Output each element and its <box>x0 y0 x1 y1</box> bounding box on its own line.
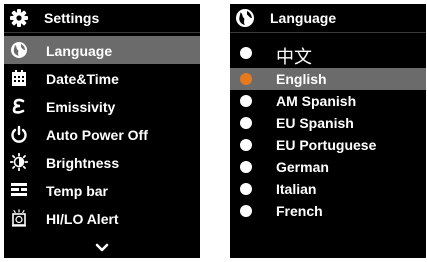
radio-dot <box>240 139 252 151</box>
menu-item-label: Temp bar <box>46 183 108 199</box>
radio-dot <box>240 205 252 217</box>
language-option-eu-portuguese[interactable]: EU Portuguese <box>230 134 426 156</box>
menu-item-label: Date&Time <box>46 71 119 87</box>
language-option-label: EU Spanish <box>276 115 354 131</box>
language-option-label: 中文 <box>276 47 312 67</box>
radio-dot <box>240 117 252 129</box>
settings-title: Settings <box>44 10 100 26</box>
language-option-french[interactable]: French <box>230 200 426 222</box>
language-option-label: AM Spanish <box>276 93 357 109</box>
menu-item-label: Brightness <box>46 155 120 171</box>
menu-item-temp-bar[interactable]: Temp bar <box>4 176 200 204</box>
settings-screen: Settings Language Date&Time Emissivity A… <box>4 4 200 258</box>
alarm-icon <box>10 209 28 227</box>
globe-icon <box>235 8 255 28</box>
language-option-chinese[interactable]: 中文 <box>230 42 426 67</box>
menu-item-label: HI/LO Alert <box>46 211 119 227</box>
menu-item-language[interactable]: Language <box>4 36 200 64</box>
menu-item-hi-lo-alert[interactable]: HI/LO Alert <box>4 204 200 232</box>
menu-item-label: Emissivity <box>46 99 116 115</box>
language-option-label: English <box>276 71 327 87</box>
gear-icon <box>9 8 29 28</box>
temp-bar-icon <box>10 181 28 199</box>
menu-item-auto-power-off[interactable]: Auto Power Off <box>4 120 200 148</box>
radio-dot <box>240 183 252 195</box>
language-option-label: German <box>276 159 329 175</box>
language-option-am-spanish[interactable]: AM Spanish <box>230 90 426 112</box>
language-option-english[interactable]: English <box>230 68 426 90</box>
language-header: Language <box>230 4 426 33</box>
language-option-italian[interactable]: Italian <box>230 178 426 200</box>
radio-dot <box>240 161 252 173</box>
language-option-eu-spanish[interactable]: EU Spanish <box>230 112 426 134</box>
language-option-german[interactable]: German <box>230 156 426 178</box>
language-option-label: EU Portuguese <box>276 137 377 153</box>
power-icon <box>10 125 28 143</box>
brightness-icon <box>10 153 28 171</box>
radio-dot-selected <box>240 73 252 85</box>
globe-icon <box>10 41 28 59</box>
epsilon-icon <box>10 97 28 115</box>
menu-item-label: Language <box>46 43 113 59</box>
chevron-down-icon[interactable] <box>94 242 110 254</box>
settings-header: Settings <box>4 4 200 33</box>
menu-item-emissivity[interactable]: Emissivity <box>4 92 200 120</box>
menu-item-date-time[interactable]: Date&Time <box>4 64 200 92</box>
language-option-label: French <box>276 203 323 219</box>
radio-dot <box>240 95 252 107</box>
language-screen: Language 中文 English AM Spanish EU Spanis… <box>230 4 426 258</box>
menu-item-brightness[interactable]: Brightness <box>4 148 200 176</box>
calendar-icon <box>10 69 28 87</box>
language-title: Language <box>270 10 337 26</box>
menu-item-label: Auto Power Off <box>46 127 148 143</box>
language-option-label: Italian <box>276 181 317 197</box>
radio-dot <box>240 47 252 59</box>
